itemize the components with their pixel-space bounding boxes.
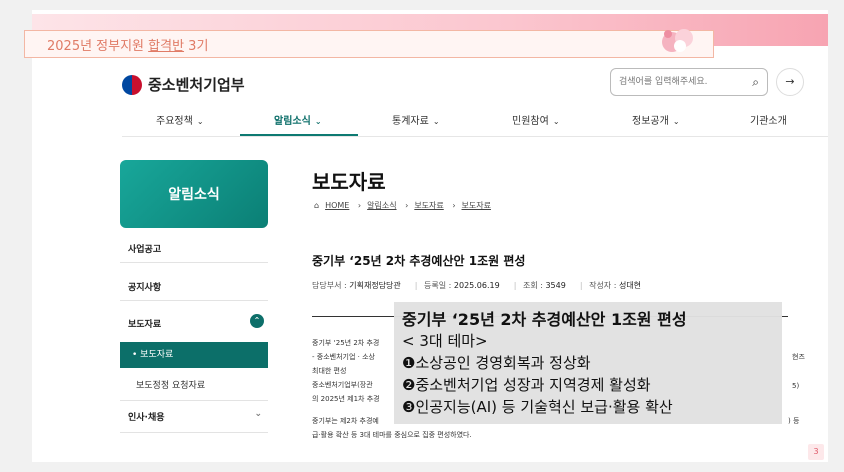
meta-date-label: 등록일 : <box>424 281 452 290</box>
chevron-right-icon: › <box>452 201 456 210</box>
breadcrumb-home[interactable]: HOME <box>325 201 349 210</box>
meta-dept: 기획재정담당관 <box>349 281 401 290</box>
sidebar-item-notices[interactable]: 공지사항 <box>120 280 268 293</box>
meta-author: 성대현 <box>618 281 642 290</box>
banner-text-highlight: 합격반 <box>148 39 185 54</box>
meta-separator: | <box>579 281 583 290</box>
sidebar-item-label: 인사·채용 <box>128 413 165 423</box>
article-meta: 담당부서 : 기획재정담당관 | 등록일 : 2025.06.19 | 조회 : 3… <box>312 280 651 291</box>
nav-item-stats[interactable]: 통계자료 ⌄ <box>392 112 440 127</box>
nav-item-label: 주요정책 <box>156 116 193 127</box>
nav-item-label: 통계자료 <box>392 116 429 127</box>
sidebar-divider <box>120 432 268 433</box>
chevron-down-icon: ⌄ <box>196 117 204 126</box>
search-input[interactable] <box>619 74 739 90</box>
chevron-right-icon: › <box>357 201 362 210</box>
meta-dept-label: 담당부서 : <box>312 281 347 290</box>
decor-ribbon-icon <box>662 29 693 52</box>
sidebar-subitem-correction[interactable]: 보도정정 요청자료 <box>136 378 205 391</box>
overlay-line: ❶소상공인 경영회복과 정상화 <box>402 354 591 372</box>
sidebar-item-announcements[interactable]: 사업공고 <box>120 242 268 255</box>
nav-active-indicator <box>240 134 358 136</box>
meta-views-label: 조회 : <box>522 281 543 290</box>
overlay-title: 중기부 ‘25년 2차 추경예산안 1조원 편성 <box>402 310 687 329</box>
body-fragment: 5) <box>792 382 800 390</box>
meta-separator: | <box>414 281 418 290</box>
search-box: ⌕ <box>610 68 768 96</box>
sidebar-title: 알림소식 <box>120 160 268 228</box>
nav-item-info[interactable]: 정보공개 ⌄ <box>632 112 680 127</box>
breadcrumb: ⌂ HOME › 알림소식 › 보도자료 › 보도자료 <box>314 200 497 211</box>
sidebar-divider <box>120 262 268 263</box>
search-icon[interactable]: ⌕ <box>752 75 759 90</box>
chevron-down-icon: ⌄ <box>552 117 560 126</box>
main-nav: 주요정책 ⌄ 알림소식 ⌄ 통계자료 ⌄ 민원참여 ⌄ 정보공개 ⌄ 기관소개 <box>122 106 828 138</box>
nav-item-label: 정보공개 <box>632 116 669 127</box>
banner-box: 2025년 정부지원 합격반 3기 <box>24 30 714 58</box>
sidebar-divider <box>120 400 268 401</box>
body-fragment: 현즈 <box>792 353 805 361</box>
nav-divider <box>122 136 828 137</box>
sidebar-item-press[interactable]: 보도자료 ⌃ <box>120 314 268 330</box>
more-button[interactable]: → <box>776 68 804 96</box>
chevron-down-icon: ⌄ <box>672 117 680 126</box>
overlay-line: < 3대 테마> <box>402 332 488 350</box>
breadcrumb-item[interactable]: 보도자료 <box>462 201 491 210</box>
taegeuk-logo-icon <box>122 74 142 95</box>
home-icon: ⌂ <box>314 201 320 210</box>
nav-item-label: 기관소개 <box>750 116 787 127</box>
chevron-down-icon[interactable]: ⌄ <box>254 409 262 419</box>
chevron-down-icon: ⌄ <box>432 117 440 126</box>
overlay-line: ❸인공지능(AI) 등 기술혁신 보급·활용 확산 <box>402 398 673 416</box>
nav-item-about[interactable]: 기관소개 <box>750 112 787 127</box>
breadcrumb-item[interactable]: 알림소식 <box>367 201 396 210</box>
sidebar-item-recruit[interactable]: 인사·채용 ⌄ <box>120 409 268 423</box>
meta-author-label: 작성자 : <box>589 281 617 290</box>
nav-item-news[interactable]: 알림소식 ⌄ <box>274 112 322 127</box>
banner-text-suffix: 3기 <box>184 39 209 54</box>
banner-text: 2025년 정부지원 합격반 3기 <box>47 35 208 54</box>
meta-separator: | <box>513 281 517 290</box>
body-fragment: ) 등 <box>788 417 800 425</box>
slide: 2025년 정부지원 합격반 3기 중소벤처기업부 ⌕ → 주요정책⌄ 알림소식… <box>24 10 828 462</box>
site-header: 중소벤처기업부 ⌕ → <box>32 60 828 108</box>
banner-text-prefix: 2025년 정부지원 <box>47 39 149 54</box>
nav-item-policy[interactable]: 주요정책 ⌄ <box>156 112 204 127</box>
breadcrumb-item[interactable]: 보도자료 <box>414 201 443 210</box>
logo-text: 중소벤처기업부 <box>148 76 245 94</box>
sidebar-item-label: 보도자료 <box>128 320 162 330</box>
sidebar-divider <box>120 300 268 301</box>
nav-item-civil[interactable]: 민원참여 ⌄ <box>512 112 560 127</box>
sidebar-item-label: 공지사항 <box>128 283 162 293</box>
caption-overlay: 중기부 ‘25년 2차 추경예산안 1조원 편성 < 3대 테마> ❶소상공인 … <box>394 302 782 424</box>
meta-views: 3549 <box>545 281 566 290</box>
site-logo[interactable]: 중소벤처기업부 <box>122 74 245 95</box>
meta-date: 2025.06.19 <box>453 281 500 290</box>
sidebar-item-label: 사업공고 <box>128 245 162 255</box>
page-title: 보도자료 <box>312 170 386 194</box>
sidebar-subitem-press[interactable]: • 보도자료 <box>120 342 268 368</box>
nav-item-label: 알림소식 <box>274 116 311 127</box>
body-line: 급·활용 확산 등 3대 테마를 중심으로 집중 편성하였다. <box>312 431 472 439</box>
chevron-right-icon: › <box>405 201 409 210</box>
chevron-up-icon[interactable]: ⌃ <box>250 314 264 328</box>
chevron-down-icon: ⌄ <box>314 117 322 126</box>
overlay-line: ❷중소벤처기업 성장과 지역경제 활성화 <box>402 376 651 394</box>
top-banner: 2025년 정부지원 합격반 3기 <box>24 14 828 58</box>
nav-item-label: 민원참여 <box>512 116 549 127</box>
article-title: 중기부 ‘25년 2차 추경예산안 1조원 편성 <box>312 254 526 268</box>
page-number: 3 <box>808 444 824 460</box>
